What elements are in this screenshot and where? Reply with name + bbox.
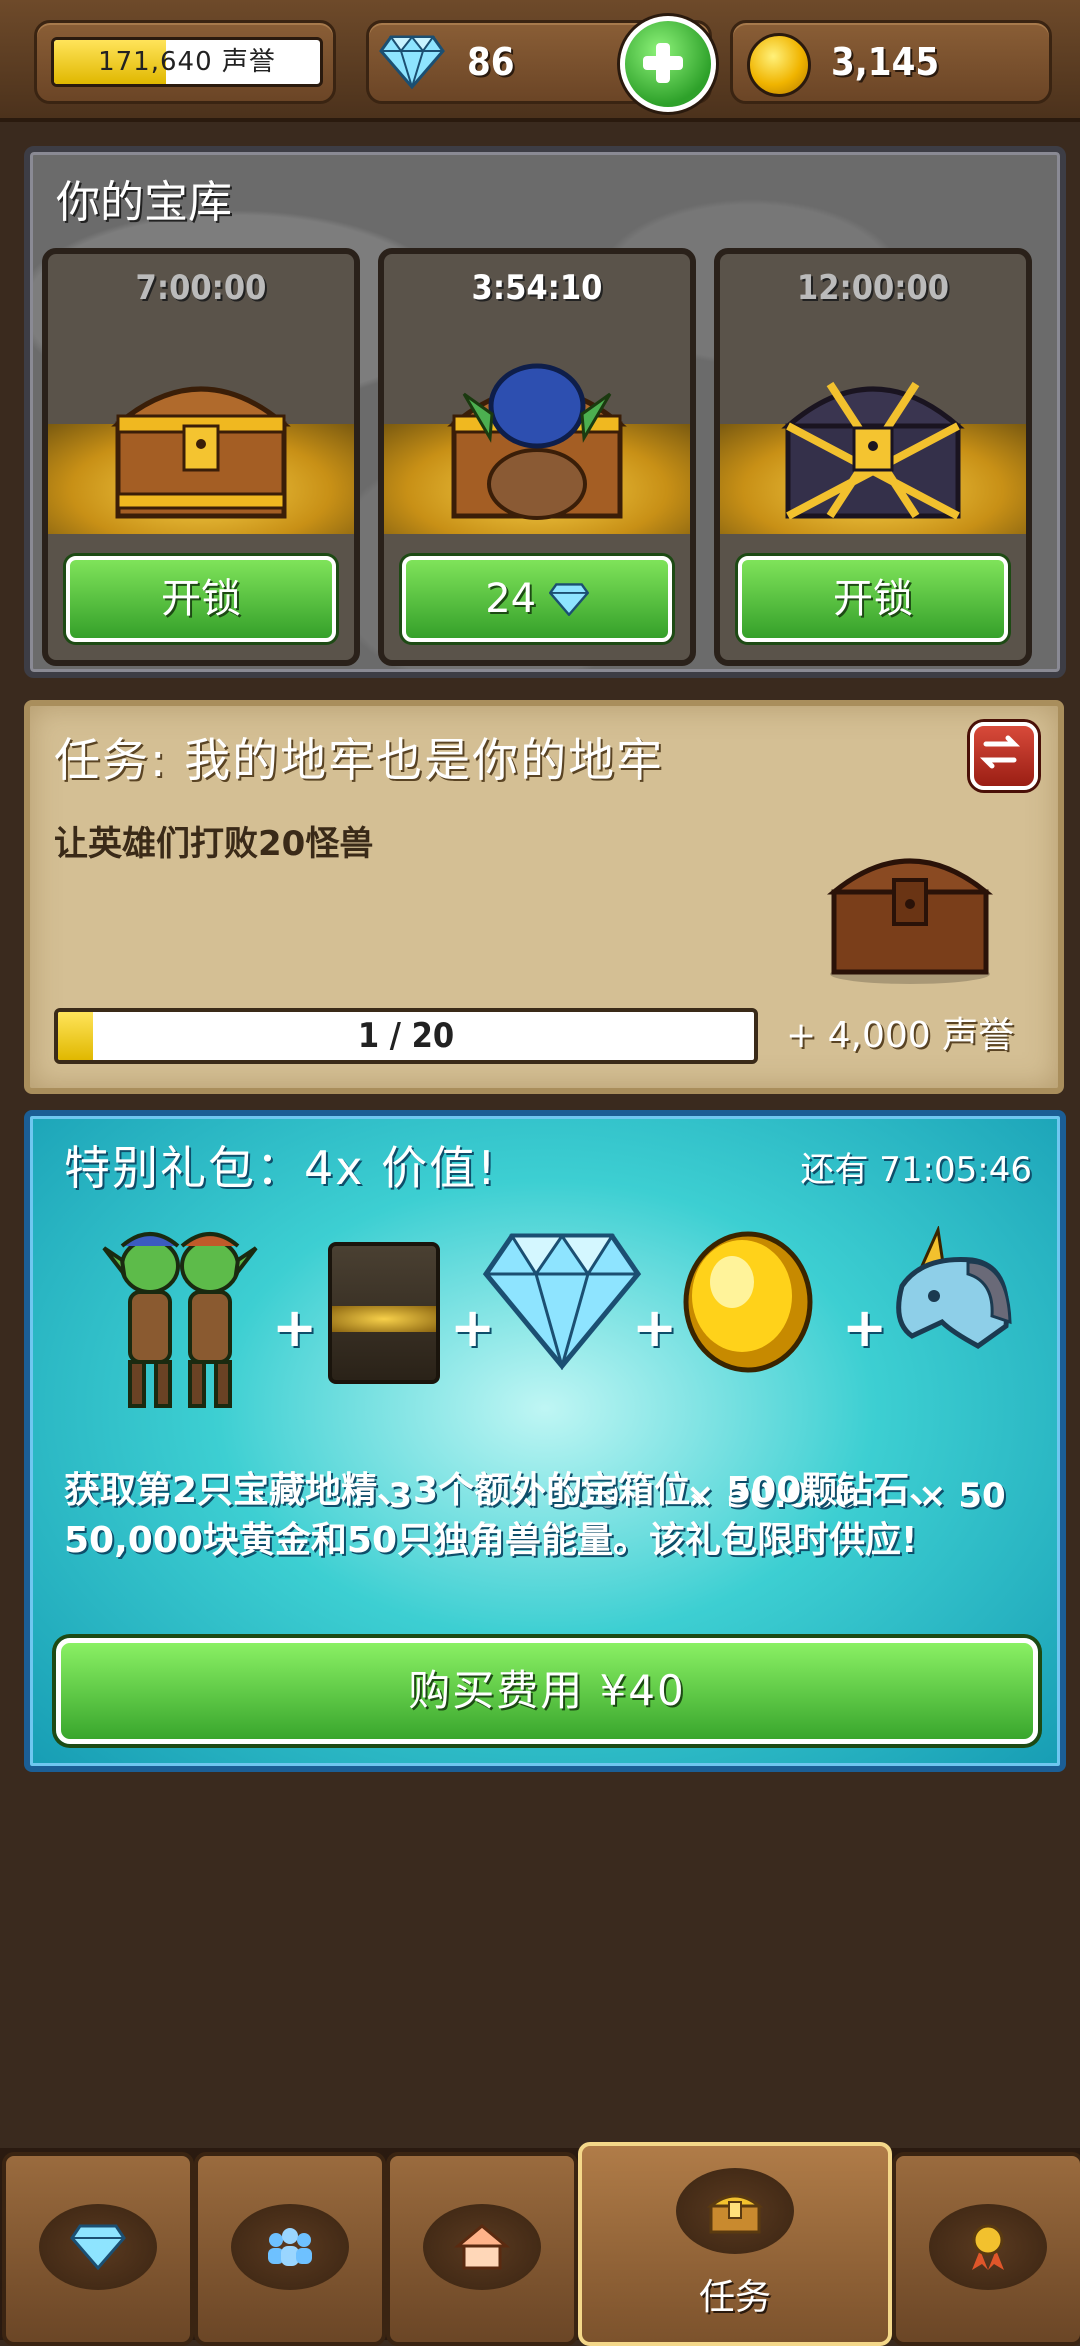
- plus-sign: +: [842, 1296, 888, 1359]
- diamond-icon: [548, 583, 590, 617]
- heroes-icon: [268, 2228, 312, 2266]
- diamond-icon: [379, 35, 445, 89]
- quest-description: 让英雄们打败20怪兽: [54, 824, 374, 864]
- chest-timer: 12:00:00: [796, 268, 950, 308]
- goblin-opening-chest-icon: [447, 363, 627, 520]
- bottom-nav: 任务: [0, 2142, 1080, 2346]
- special-offer-panel: 特别礼包：4x 价值! 还有 71:05:46 + × 3 + × 500 + …: [24, 1110, 1066, 1772]
- offer-description: 获取第2只宝藏地精、3个额外的宝箱位、500颗钻石、50,000块黄金和50只独…: [64, 1470, 946, 1561]
- diamond-icon: [482, 1233, 642, 1370]
- golden-chest-icon: [781, 381, 965, 520]
- quest-reward: + 4,000 声誉: [786, 1015, 1015, 1056]
- speed-up-button[interactable]: 24: [402, 556, 672, 642]
- tab-quests[interactable]: 任务: [578, 2142, 892, 2346]
- chest-slot-3[interactable]: 12:00:00 开锁: [714, 248, 1032, 666]
- quest-progress-text: 1 / 20: [357, 1016, 455, 1056]
- tab-shop[interactable]: [2, 2152, 194, 2346]
- buy-offer-button[interactable]: 购买费用 ¥40: [56, 1638, 1038, 1744]
- unicorn-icon: [896, 1226, 1012, 1349]
- gem-cost: 24: [485, 576, 537, 622]
- quests-chest-icon: [707, 2194, 763, 2234]
- achievements-medal-icon: [972, 2224, 1004, 2270]
- goblins-icon: [102, 1232, 258, 1408]
- tab-dungeon[interactable]: [386, 2152, 578, 2346]
- swap-quest-button[interactable]: [970, 722, 1038, 790]
- top-bar: 171,640 声誉 86 3,145: [0, 0, 1080, 122]
- gold-counter[interactable]: 3,145: [730, 20, 1052, 104]
- tab-achievements[interactable]: [892, 2152, 1080, 2346]
- gem-count: 86: [467, 40, 515, 84]
- chest-slot-2[interactable]: 3:54:10 24: [378, 248, 696, 666]
- gold-coin-icon: [683, 1231, 813, 1373]
- quest-title: 任务: 我的地牢也是你的地牢: [54, 733, 665, 787]
- swap-arrows-icon: [979, 735, 1021, 769]
- plus-sign: +: [632, 1296, 678, 1359]
- unlock-button[interactable]: 开锁: [738, 556, 1008, 642]
- unlock-button[interactable]: 开锁: [66, 556, 336, 642]
- offer-timer: 还有 71:05:46: [800, 1150, 1032, 1190]
- chest-slot-1[interactable]: 7:00:00 开锁: [42, 248, 360, 666]
- reputation-meter[interactable]: 171,640 声誉: [34, 20, 336, 104]
- gold-count: 3,145: [831, 40, 940, 84]
- chest-slot-icon: [328, 1242, 440, 1384]
- wooden-chest-icon: [111, 386, 291, 519]
- tab-heroes[interactable]: [194, 2152, 386, 2346]
- plus-sign: +: [272, 1296, 318, 1359]
- chest-timer: 7:00:00: [135, 268, 267, 308]
- quest-panel: 任务: 我的地牢也是你的地牢 让英雄们打败20怪兽 1 / 20 + 4,000…: [24, 700, 1064, 1094]
- reputation-bar: 171,640 声誉: [51, 37, 323, 87]
- buy-gems-plus-button[interactable]: [620, 16, 716, 112]
- quest-progress-bar: 1 / 20: [54, 1008, 758, 1064]
- offer-title: 特别礼包：4x 价值!: [64, 1141, 498, 1195]
- dungeon-icon: [454, 2224, 510, 2270]
- tab-label: 任务: [698, 2277, 771, 2318]
- shop-diamond-icon: [70, 2224, 126, 2271]
- reward-chest-icon: [826, 858, 994, 984]
- chest-timer: 3:54:10: [471, 268, 603, 308]
- vault-title: 你的宝库: [56, 177, 232, 228]
- treasure-vault-panel: 你的宝库 7:00:00 开锁 3:54:10 24 12:00:00 开锁: [24, 146, 1066, 678]
- reputation-value: 171,640 声誉: [98, 47, 276, 77]
- gold-coin-icon: [747, 33, 811, 97]
